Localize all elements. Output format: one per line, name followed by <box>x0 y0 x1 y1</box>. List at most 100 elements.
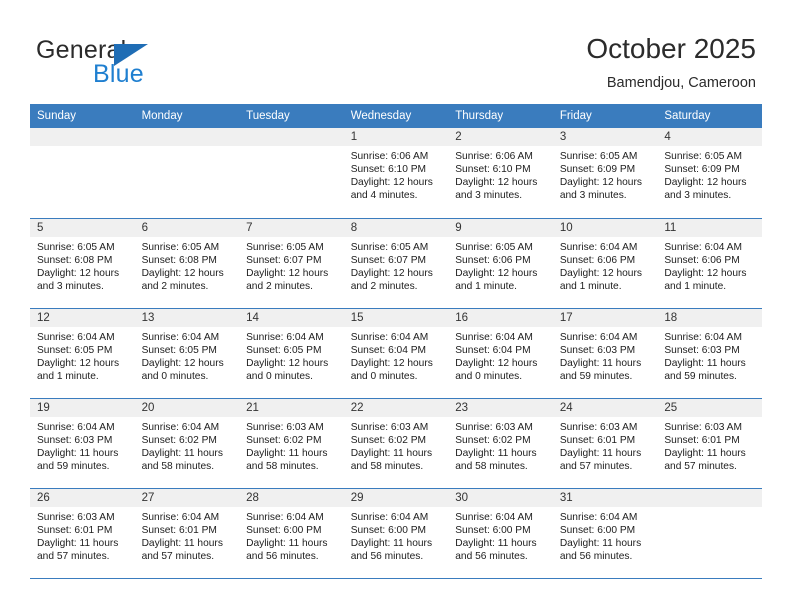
day-number: 4 <box>657 128 762 146</box>
sunrise-text: Sunrise: 6:04 AM <box>664 331 742 343</box>
day-cell[interactable] <box>657 488 762 579</box>
day-cell[interactable]: 23 Sunrise: 6:03 AM Sunset: 6:02 PM Dayligh… <box>448 398 553 489</box>
day-cell[interactable]: 21 Sunrise: 6:03 AM Sunset: 6:02 PM Dayligh… <box>239 398 344 489</box>
week-row: 12 Sunrise: 6:04 AM Sunset: 6:05 PM Dayligh… <box>30 308 762 399</box>
page-title: October 2025 <box>586 33 756 64</box>
sunrise-text: Sunrise: 6:05 AM <box>37 241 115 253</box>
daylight-text-line1: Daylight: 11 hours <box>350 447 433 459</box>
sunset-text: Sunset: 6:06 PM <box>455 254 531 266</box>
sunrise-text: Sunrise: 6:04 AM <box>559 511 638 523</box>
sunrise-text: Sunrise: 6:04 AM <box>350 331 429 343</box>
day-cell[interactable]: 17 Sunrise: 6:04 AM Sunset: 6:03 PM Dayligh… <box>552 308 658 399</box>
daylight-text-line1: Daylight: 12 hours <box>37 357 120 369</box>
daylight-text-line2: and 0 minutes. <box>455 370 523 382</box>
day-cell[interactable] <box>30 128 135 219</box>
sunset-text: Sunset: 6:01 PM <box>664 434 740 446</box>
sunset-text: Sunset: 6:04 PM <box>455 344 531 356</box>
sunset-text: Sunset: 6:10 PM <box>350 164 427 176</box>
day-cell[interactable]: 5 Sunrise: 6:05 AM Sunset: 6:08 PM Daylight… <box>30 218 135 309</box>
sunrise-text: Sunrise: 6:05 AM <box>455 241 533 253</box>
daylight-text-line2: and 2 minutes. <box>350 280 418 292</box>
daylight-text-line1: Daylight: 12 hours <box>246 357 329 369</box>
daylight-text-line1: Daylight: 12 hours <box>455 177 538 189</box>
day-number: 28 <box>239 488 344 507</box>
daylight-text-line2: and 57 minutes. <box>559 460 633 472</box>
sunset-text: Sunset: 6:00 PM <box>350 524 427 536</box>
sunset-text: Sunset: 6:01 PM <box>37 524 113 536</box>
day-cell[interactable]: 10 Sunrise: 6:04 AM Sunset: 6:06 PM Dayligh… <box>552 218 658 309</box>
daylight-text-line2: and 59 minutes. <box>37 460 110 472</box>
sunset-text: Sunset: 6:08 PM <box>141 254 217 266</box>
day-cell[interactable] <box>134 128 240 219</box>
daylight-text-line2: and 59 minutes. <box>664 370 737 382</box>
weekday-header-tuesday: Tuesday <box>239 104 344 128</box>
weekday-header-friday: Friday <box>552 104 658 128</box>
day-number: 9 <box>448 218 553 237</box>
calendar-page: General Blue October 2025 Bamendjou, Cam… <box>0 0 792 612</box>
daylight-text-line2: and 59 minutes. <box>559 370 633 382</box>
day-cell[interactable]: 11 Sunrise: 6:04 AM Sunset: 6:06 PM Dayligh… <box>657 218 762 309</box>
day-cell[interactable]: 4 Sunrise: 6:05 AM Sunset: 6:09 PM Daylight… <box>657 128 762 219</box>
day-cell[interactable]: 1 Sunrise: 6:06 AM Sunset: 6:10 PM Daylight… <box>343 128 449 219</box>
week-row: 19 Sunrise: 6:04 AM Sunset: 6:03 PM Dayligh… <box>30 398 762 489</box>
sunset-text: Sunset: 6:00 PM <box>559 524 636 536</box>
day-cell[interactable]: 14 Sunrise: 6:04 AM Sunset: 6:05 PM Dayligh… <box>239 308 344 399</box>
daylight-text-line1: Daylight: 12 hours <box>559 267 642 279</box>
sunrise-text: Sunrise: 6:04 AM <box>141 421 220 433</box>
sunrise-text: Sunrise: 6:05 AM <box>559 151 638 162</box>
day-number <box>239 128 344 146</box>
day-number: 7 <box>239 218 344 237</box>
day-cell[interactable]: 19 Sunrise: 6:04 AM Sunset: 6:03 PM Dayligh… <box>30 398 135 489</box>
day-cell[interactable]: 15 Sunrise: 6:04 AM Sunset: 6:04 PM Dayligh… <box>343 308 449 399</box>
daylight-text-line2: and 1 minute. <box>455 280 517 292</box>
daylight-text-line1: Daylight: 11 hours <box>664 357 746 369</box>
daylight-text-line2: and 1 minute. <box>664 280 727 292</box>
day-cell[interactable]: 3 Sunrise: 6:05 AM Sunset: 6:09 PM Daylight… <box>552 128 658 219</box>
sunrise-text: Sunrise: 6:04 AM <box>141 331 220 343</box>
day-cell[interactable] <box>239 128 344 219</box>
day-cell[interactable]: 28 Sunrise: 6:04 AM Sunset: 6:00 PM Dayligh… <box>239 488 344 579</box>
day-cell[interactable]: 22 Sunrise: 6:03 AM Sunset: 6:02 PM Dayligh… <box>343 398 449 489</box>
sunrise-text: Sunrise: 6:04 AM <box>350 511 429 523</box>
day-cell[interactable]: 6 Sunrise: 6:05 AM Sunset: 6:08 PM Daylight… <box>134 218 240 309</box>
day-cell[interactable]: 18 Sunrise: 6:04 AM Sunset: 6:03 PM Dayligh… <box>657 308 762 399</box>
sunrise-text: Sunrise: 6:06 AM <box>455 151 533 162</box>
day-number: 8 <box>343 218 449 237</box>
general-blue-logo[interactable]: General Blue <box>36 36 246 92</box>
daylight-text-line2: and 1 minute. <box>37 370 99 382</box>
day-cell[interactable]: 8 Sunrise: 6:05 AM Sunset: 6:07 PM Daylight… <box>343 218 449 309</box>
day-cell[interactable]: 2 Sunrise: 6:06 AM Sunset: 6:10 PM Daylight… <box>448 128 553 219</box>
day-number: 20 <box>134 398 240 417</box>
sunrise-text: Sunrise: 6:05 AM <box>246 241 324 253</box>
day-cell[interactable]: 29 Sunrise: 6:04 AM Sunset: 6:00 PM Dayligh… <box>343 488 449 579</box>
sunrise-text: Sunrise: 6:03 AM <box>246 421 324 433</box>
daylight-text-line1: Daylight: 11 hours <box>141 537 223 549</box>
day-cell[interactable]: 27 Sunrise: 6:04 AM Sunset: 6:01 PM Dayligh… <box>134 488 240 579</box>
sunset-text: Sunset: 6:06 PM <box>664 254 740 266</box>
day-number: 25 <box>657 398 762 417</box>
day-cell[interactable]: 30 Sunrise: 6:04 AM Sunset: 6:00 PM Dayligh… <box>448 488 553 579</box>
sunrise-text: Sunrise: 6:04 AM <box>559 331 638 343</box>
day-cell[interactable]: 25 Sunrise: 6:03 AM Sunset: 6:01 PM Dayligh… <box>657 398 762 489</box>
daylight-text-line1: Daylight: 11 hours <box>664 447 746 459</box>
day-cell[interactable]: 20 Sunrise: 6:04 AM Sunset: 6:02 PM Dayligh… <box>134 398 240 489</box>
day-cell[interactable]: 9 Sunrise: 6:05 AM Sunset: 6:06 PM Daylight… <box>448 218 553 309</box>
sunrise-text: Sunrise: 6:05 AM <box>350 241 429 253</box>
day-cell[interactable]: 16 Sunrise: 6:04 AM Sunset: 6:04 PM Dayligh… <box>448 308 553 399</box>
page-header: General Blue October 2025 Bamendjou, Cam… <box>0 0 792 103</box>
daylight-text-line2: and 1 minute. <box>559 280 622 292</box>
day-cell[interactable]: 26 Sunrise: 6:03 AM Sunset: 6:01 PM Dayligh… <box>30 488 135 579</box>
sunset-text: Sunset: 6:01 PM <box>559 434 636 446</box>
sunset-text: Sunset: 6:02 PM <box>455 434 531 446</box>
day-cell[interactable]: 24 Sunrise: 6:03 AM Sunset: 6:01 PM Dayligh… <box>552 398 658 489</box>
daylight-text-line1: Daylight: 12 hours <box>664 177 747 189</box>
daylight-text-line1: Daylight: 12 hours <box>141 357 224 369</box>
day-number: 2 <box>448 128 553 146</box>
daylight-text-line1: Daylight: 12 hours <box>455 267 538 279</box>
daylight-text-line2: and 56 minutes. <box>350 550 424 562</box>
day-cell[interactable]: 7 Sunrise: 6:05 AM Sunset: 6:07 PM Daylight… <box>239 218 344 309</box>
day-cell[interactable]: 12 Sunrise: 6:04 AM Sunset: 6:05 PM Dayligh… <box>30 308 135 399</box>
day-cell[interactable]: 13 Sunrise: 6:04 AM Sunset: 6:05 PM Dayligh… <box>134 308 240 399</box>
day-cell[interactable]: 31 Sunrise: 6:04 AM Sunset: 6:00 PM Dayligh… <box>552 488 658 579</box>
daylight-text-line1: Daylight: 11 hours <box>559 357 642 369</box>
